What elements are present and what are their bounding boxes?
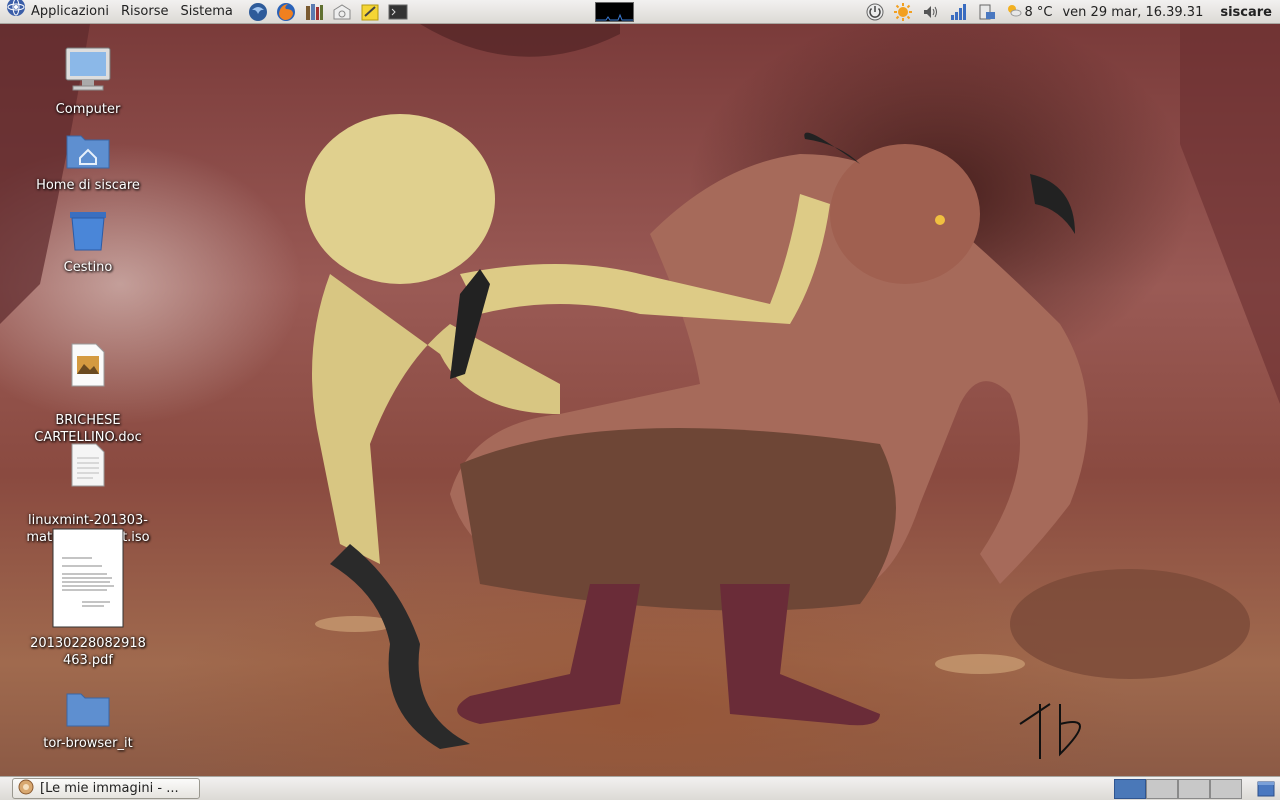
desktop-icon-computer[interactable]: Computer [23,46,153,118]
system-tray: 8 °C ven 29 mar, 16.39.31 siscare [861,0,1280,24]
menu-sistema[interactable]: Sistema [174,0,238,24]
system-monitor-graph[interactable] [595,2,634,22]
thunderbird-icon[interactable] [247,1,269,23]
trash-icon [23,210,153,257]
desktop-icon-label: Cestino [63,260,113,275]
pdf-thumbnail-icon [23,528,153,633]
menu-risorse[interactable]: Risorse [115,0,175,24]
desktop-icon-pdf[interactable]: 20130228082918463.pdf [23,528,153,669]
main-menu: Applicazioni Risorse Sistema [0,0,239,24]
top-panel: Applicazioni Risorse Sistema 8 °C ven 29… [0,0,1280,24]
printer-battery-icon[interactable] [976,1,998,23]
desktop-icon-label: Computer [55,102,121,117]
computer-icon [23,46,153,99]
network-signal-icon[interactable] [948,1,970,23]
desktop-icon-label: 20130228082918463.pdf [30,636,146,668]
weather-temperature: 8 °C [1024,4,1053,20]
taskbar-window-title: [Le mie immagini - ... [40,781,179,796]
desktop-icon-label: Home di siscare [36,178,140,193]
text-file-icon [23,425,153,493]
taskbar-window-button[interactable]: [Le mie immagini - ... [12,778,200,799]
folder-icon [23,690,153,733]
mail-stamp-icon[interactable] [331,1,353,23]
weather-cloud-sun-icon [1006,3,1022,21]
desktop-icon-home[interactable]: Home di siscare [23,130,153,194]
terminal-icon[interactable] [387,1,409,23]
workspace-2[interactable] [1146,779,1178,799]
notes-icon[interactable] [359,1,381,23]
document-image-icon [23,325,153,393]
mint-logo-icon [6,0,26,26]
menu-applicazioni[interactable]: Applicazioni [0,0,115,26]
launcher-bar [247,1,409,23]
bottom-panel: [Le mie immagini - ... [0,776,1280,800]
clock[interactable]: ven 29 mar, 16.39.31 [1057,5,1208,20]
show-desktop-icon[interactable] [1256,779,1276,799]
workspace-3[interactable] [1178,779,1210,799]
workspace-1[interactable] [1114,779,1146,799]
desktop-icon-iso[interactable]: linuxmint-201303- mate-dvd-32bit.iso [23,408,153,546]
workspace-switcher [1114,779,1242,799]
weather-applet[interactable]: 8 °C [1001,3,1058,21]
home-folder-icon [23,130,153,175]
firefox-icon[interactable] [275,1,297,23]
user-menu[interactable]: siscare [1208,5,1280,20]
volume-icon[interactable] [920,1,942,23]
desktop-icon-label: tor-browser_it [43,736,133,751]
desktop-wallpaper [0,24,1280,776]
desktop-icon-tor-folder[interactable]: tor-browser_it [23,690,153,752]
workspace-4[interactable] [1210,779,1242,799]
update-sun-icon[interactable] [892,1,914,23]
wallpaper-art [0,24,1280,759]
desktop-icon-trash[interactable]: Cestino [23,210,153,276]
image-viewer-icon [18,779,34,798]
power-icon[interactable] [864,1,886,23]
menu-applicazioni-label: Applicazioni [31,3,109,19]
library-icon[interactable] [303,1,325,23]
